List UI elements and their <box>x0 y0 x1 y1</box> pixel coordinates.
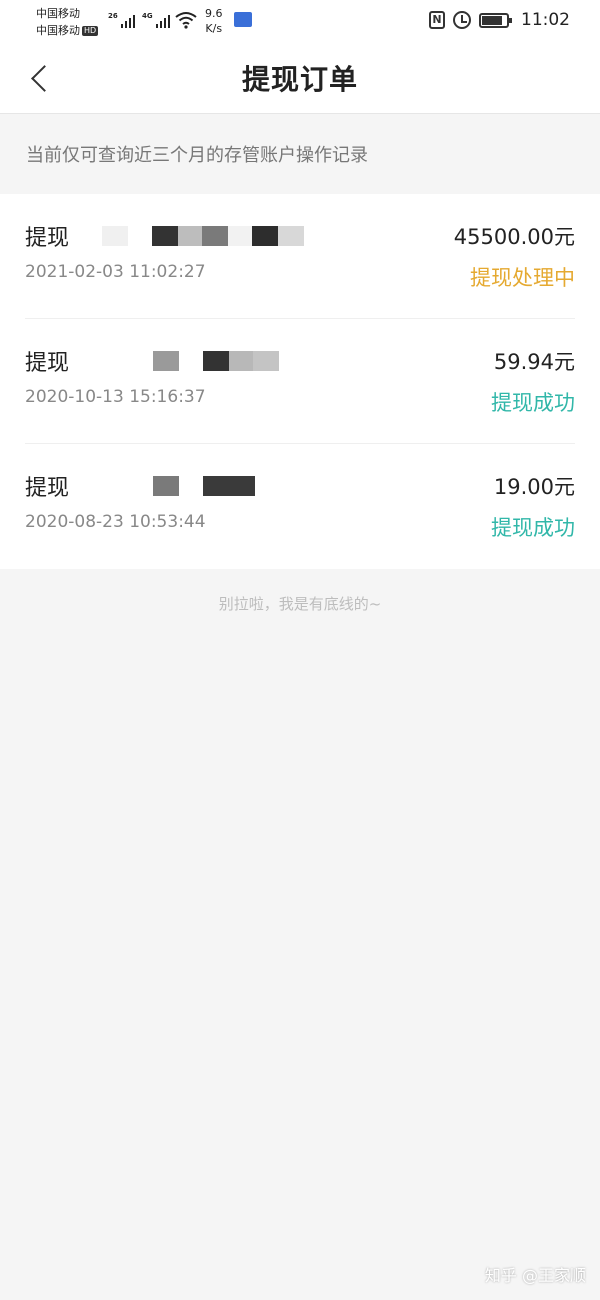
order-time: 2020-08-23 10:53:44 <box>25 512 206 532</box>
query-notice: 当前仅可查询近三个月的存管账户操作记录 <box>0 114 600 194</box>
order-amount: 59.94元 <box>493 350 575 374</box>
masked-account <box>153 476 255 496</box>
status-bar: 中国移动 中国移动 HD 26 4G 9.6 K/s N 11:02 <box>0 0 600 46</box>
order-status: 提现成功 <box>491 391 575 415</box>
order-time: 2020-10-13 15:16:37 <box>25 387 206 407</box>
status-icons: N 11:02 <box>429 10 570 30</box>
hd-badge: HD <box>82 26 99 36</box>
signal-icon: 26 <box>108 12 135 28</box>
order-amount: 19.00元 <box>493 475 575 499</box>
masked-account <box>102 226 304 246</box>
app-notification-icon <box>234 12 252 27</box>
end-of-list-note: 别拉啦，我是有底线的~ <box>218 595 382 613</box>
order-time: 2021-02-03 11:02:27 <box>25 262 206 282</box>
alarm-icon <box>453 11 471 29</box>
network-speed: 9.6 K/s <box>205 7 223 35</box>
signal-icon: 4G <box>142 12 170 28</box>
status-time: 11:02 <box>521 10 570 30</box>
carrier-1: 中国移动 <box>36 7 80 20</box>
page: 中国移动 中国移动 HD 26 4G 9.6 K/s N 11:02 提现订单 … <box>0 0 600 1300</box>
order-status: 提现处理中 <box>470 266 575 290</box>
back-chevron-icon[interactable] <box>26 64 56 94</box>
watermark: 知乎 @王家顺 <box>484 1266 586 1285</box>
masked-account <box>153 351 279 371</box>
wifi-icon <box>175 12 197 29</box>
order-type: 提现 <box>25 476 70 501</box>
nav-header: 提现订单 <box>0 46 600 114</box>
order-row[interactable]: 提现 2020-10-13 15:16:37 59.94元 提现成功 <box>25 319 575 444</box>
order-list: 提现 2021-02-03 11:02:27 45500.00元 提现处理中 提… <box>0 194 600 569</box>
order-status: 提现成功 <box>491 516 575 540</box>
order-row[interactable]: 提现 2021-02-03 11:02:27 45500.00元 提现处理中 <box>25 194 575 319</box>
order-type: 提现 <box>25 351 70 376</box>
nfc-icon: N <box>429 11 445 29</box>
order-type: 提现 <box>25 226 70 251</box>
order-row[interactable]: 提现 2020-08-23 10:53:44 19.00元 提现成功 <box>25 444 575 569</box>
order-amount: 45500.00元 <box>453 225 575 249</box>
carrier-info: 中国移动 中国移动 HD <box>36 5 99 39</box>
page-title: 提现订单 <box>241 63 358 96</box>
carrier-2: 中国移动 <box>36 24 80 37</box>
battery-icon <box>479 12 512 28</box>
